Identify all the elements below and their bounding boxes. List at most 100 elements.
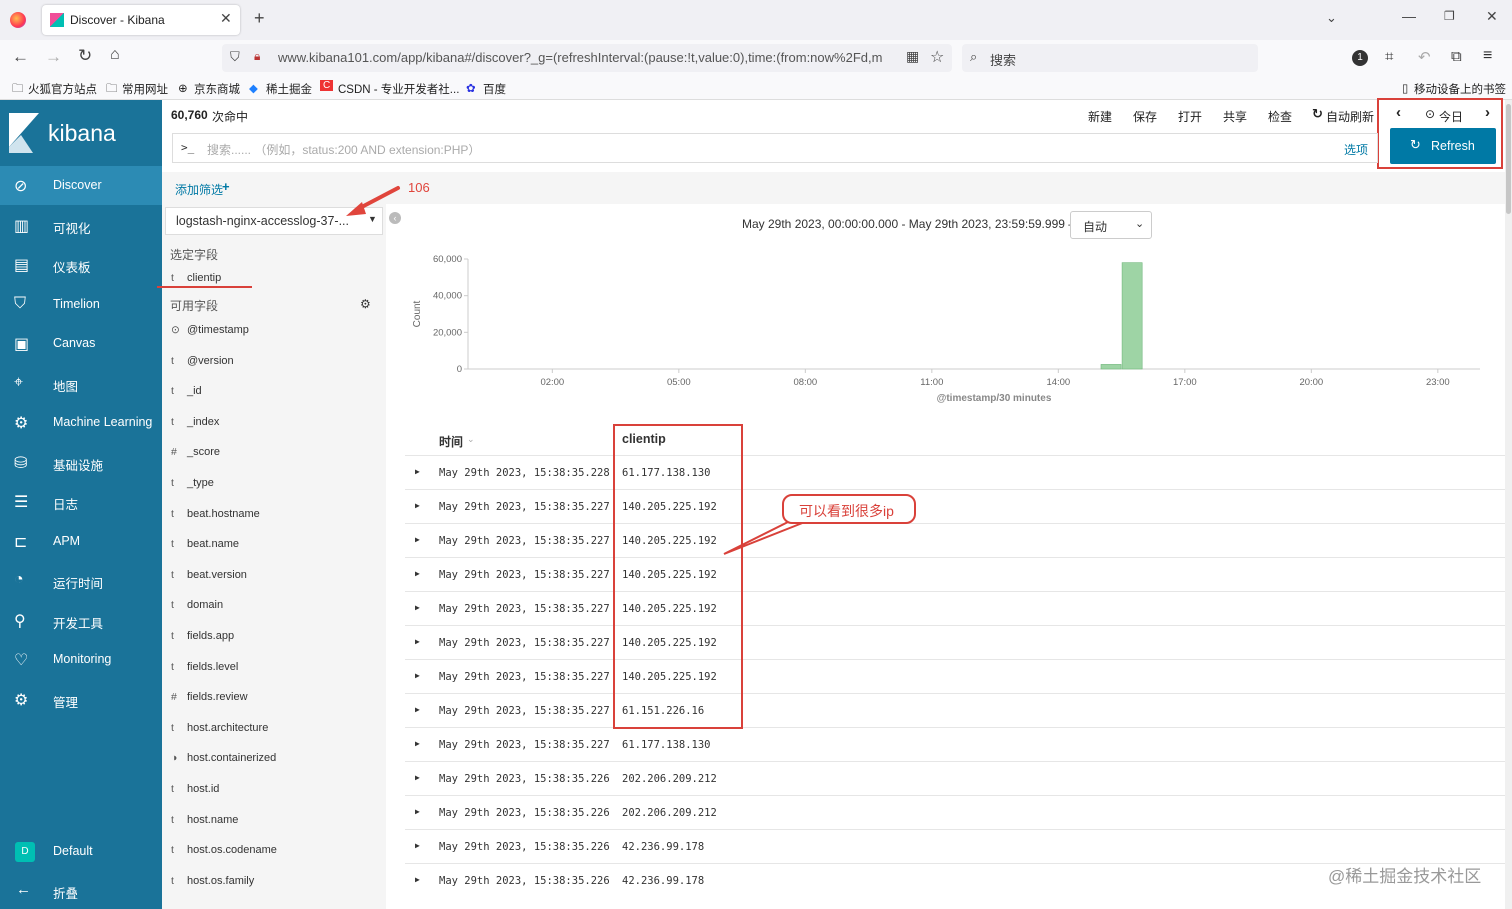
table-row[interactable]: ▶ May 29th 2023, 15:38:35.228 61.177.138.1… [405, 455, 1505, 489]
bookmark-item[interactable]: 火狐官方站点 [28, 81, 97, 97]
collapse-label[interactable]: 折叠 [53, 883, 78, 902]
available-field-item[interactable]: t beat.version [171, 569, 247, 581]
bookmark-item[interactable]: CSDN - 专业开发者社... [338, 81, 459, 97]
available-field-item[interactable]: t _id [171, 385, 202, 397]
space-avatar[interactable]: D [15, 842, 35, 862]
crop-icon[interactable]: ⌗ [1385, 48, 1393, 65]
lock-warning-icon[interactable]: 🔒︎ [254, 49, 260, 64]
star-icon[interactable]: ☆ [930, 47, 944, 67]
available-field-item[interactable]: t _index [171, 416, 219, 428]
bookmark-item[interactable]: 常用网址 [122, 81, 168, 97]
restore-icon[interactable]: ❐ [1444, 9, 1455, 23]
nav-item-timelion[interactable]: ⛉ Timelion [0, 285, 162, 324]
undo-icon[interactable]: ↶ [1418, 48, 1431, 66]
available-field-item[interactable]: t host.os.family [171, 875, 254, 887]
chevron-down-icon[interactable]: ⌄ [1326, 10, 1337, 26]
expand-caret-icon[interactable]: ▶ [415, 603, 420, 612]
open-button[interactable]: 打开 [1178, 108, 1202, 125]
expand-caret-icon[interactable]: ▶ [415, 535, 420, 544]
add-filter-link[interactable]: 添加筛选 [175, 181, 223, 198]
new-tab-icon[interactable]: + [254, 8, 265, 29]
scrollbar-track[interactable] [1505, 100, 1512, 909]
minimize-icon[interactable]: — [1402, 8, 1416, 24]
qr-code-icon[interactable]: ▦ [906, 48, 919, 65]
available-field-item[interactable]: t beat.name [171, 538, 239, 550]
chevron-right-icon[interactable]: › [1485, 104, 1490, 121]
available-field-item[interactable]: t domain [171, 599, 223, 611]
expand-caret-icon[interactable]: ▶ [415, 637, 420, 646]
available-field-item[interactable]: t beat.hostname [171, 508, 260, 520]
table-row[interactable]: ▶ May 29th 2023, 15:38:35.226 202.206.209.… [405, 795, 1505, 829]
available-field-item[interactable]: ⊙ @timestamp [171, 324, 249, 336]
nav-item-运行时间[interactable]: ◔ 运行时间 [0, 561, 162, 600]
table-row[interactable]: ▶ May 29th 2023, 15:38:35.227 140.205.225.… [405, 591, 1505, 625]
shield-icon[interactable]: ⛉ [230, 49, 240, 65]
table-row[interactable]: ▶ May 29th 2023, 15:38:35.227 140.205.225.… [405, 625, 1505, 659]
sort-icon[interactable]: ⌄ [467, 434, 475, 445]
available-field-item[interactable]: t host.id [171, 783, 219, 795]
notification-icon[interactable]: 1 [1352, 50, 1368, 66]
table-row[interactable]: ▶ May 29th 2023, 15:38:35.227 140.205.225.… [405, 489, 1505, 523]
expand-caret-icon[interactable]: ▶ [415, 841, 420, 850]
time-column-header[interactable]: 时间 [439, 433, 463, 450]
expand-caret-icon[interactable]: ▶ [415, 671, 420, 680]
query-bar[interactable]: >_ 搜索...... （例如，status:200 AND extension… [172, 133, 1378, 163]
selected-field-item[interactable]: t clientip [171, 272, 221, 284]
nav-item-日志[interactable]: ☰ 日志 [0, 482, 162, 521]
chevron-left-icon[interactable]: ‹ [1396, 104, 1401, 121]
refresh-button[interactable]: ↻ Refresh [1390, 128, 1496, 164]
nav-item-apm[interactable]: ⊏ APM [0, 522, 162, 561]
expand-caret-icon[interactable]: ▶ [415, 501, 420, 510]
nav-item-仪表板[interactable]: ▤ 仪表板 [0, 245, 162, 284]
share-button[interactable]: 共享 [1223, 108, 1247, 125]
kibana-logo[interactable]: kibana [0, 100, 162, 166]
home-icon[interactable]: ⌂ [110, 46, 120, 64]
available-field-item[interactable]: t fields.app [171, 630, 234, 642]
expand-caret-icon[interactable]: ▶ [415, 807, 420, 816]
back-icon[interactable]: ← [12, 47, 29, 67]
menu-icon[interactable]: ≡ [1483, 47, 1492, 65]
browser-search-bar[interactable]: ⌕ 搜索 [962, 44, 1258, 72]
available-field-item[interactable]: t _type [171, 477, 214, 489]
table-row[interactable]: ▶ May 29th 2023, 15:38:35.227 140.205.225.… [405, 659, 1505, 693]
nav-item-monitoring[interactable]: ♡ Monitoring [0, 640, 162, 679]
browser-tab[interactable]: Discover - Kibana ✕ [42, 5, 240, 35]
search-input[interactable]: 搜索 [990, 50, 1016, 69]
bookmark-item[interactable]: 稀土掘金 [266, 81, 312, 97]
close-icon[interactable]: ✕ [220, 10, 232, 27]
extensions-icon[interactable]: ⧉ [1451, 48, 1462, 65]
available-field-item[interactable]: # fields.review [171, 691, 248, 703]
today-button[interactable]: 今日 [1439, 108, 1463, 125]
table-row[interactable]: ▶ May 29th 2023, 15:38:35.227 140.205.225.… [405, 557, 1505, 591]
inspect-button[interactable]: 检查 [1268, 108, 1292, 125]
nav-item-canvas[interactable]: ▣ Canvas [0, 324, 162, 363]
scrollbar-thumb[interactable] [1506, 104, 1511, 214]
new-button[interactable]: 新建 [1088, 108, 1112, 125]
forward-icon[interactable]: → [45, 47, 62, 67]
available-field-item[interactable]: t host.architecture [171, 722, 268, 734]
table-row[interactable]: ▶ May 29th 2023, 15:38:35.227 61.151.226.1… [405, 693, 1505, 727]
save-button[interactable]: 保存 [1133, 108, 1157, 125]
available-field-item[interactable]: t fields.level [171, 661, 238, 673]
firefox-icon[interactable] [10, 12, 26, 28]
table-row[interactable]: ▶ May 29th 2023, 15:38:35.227 140.205.225.… [405, 523, 1505, 557]
expand-caret-icon[interactable]: ▶ [415, 705, 420, 714]
reload-icon[interactable]: ↻ [78, 46, 92, 66]
query-input[interactable]: 搜索...... （例如，status:200 AND extension:PH… [207, 141, 480, 158]
url-text[interactable]: www.kibana101.com/app/kibana#/discover?_… [278, 50, 888, 65]
available-field-item[interactable]: t @version [171, 355, 234, 367]
nav-item-基础设施[interactable]: ⛁ 基础设施 [0, 443, 162, 482]
url-bar[interactable]: ⛉ 🔒︎ www.kibana101.com/app/kibana#/disco… [222, 44, 952, 72]
expand-caret-icon[interactable]: ▶ [415, 467, 420, 476]
nav-item-开发工具[interactable]: ⚲ 开发工具 [0, 601, 162, 640]
nav-item-machine-learning[interactable]: ⚙ Machine Learning [0, 403, 162, 442]
auto-refresh-button[interactable]: 自动刷新 [1326, 108, 1376, 125]
collapse-icon[interactable]: ← [16, 881, 31, 898]
available-field-item[interactable]: # _score [171, 446, 220, 458]
table-row[interactable]: ▶ May 29th 2023, 15:38:35.227 61.177.138.1… [405, 727, 1505, 761]
plus-icon[interactable]: + [222, 179, 230, 194]
table-row[interactable]: ▶ May 29th 2023, 15:38:35.226 202.206.209.… [405, 761, 1505, 795]
available-field-item[interactable]: t host.name [171, 814, 238, 826]
expand-caret-icon[interactable]: ▶ [415, 773, 420, 782]
histogram-chart[interactable]: 0 20,000 40,000 60,000 02:00 05:00 08:00 11:00 1… [400, 245, 1500, 410]
